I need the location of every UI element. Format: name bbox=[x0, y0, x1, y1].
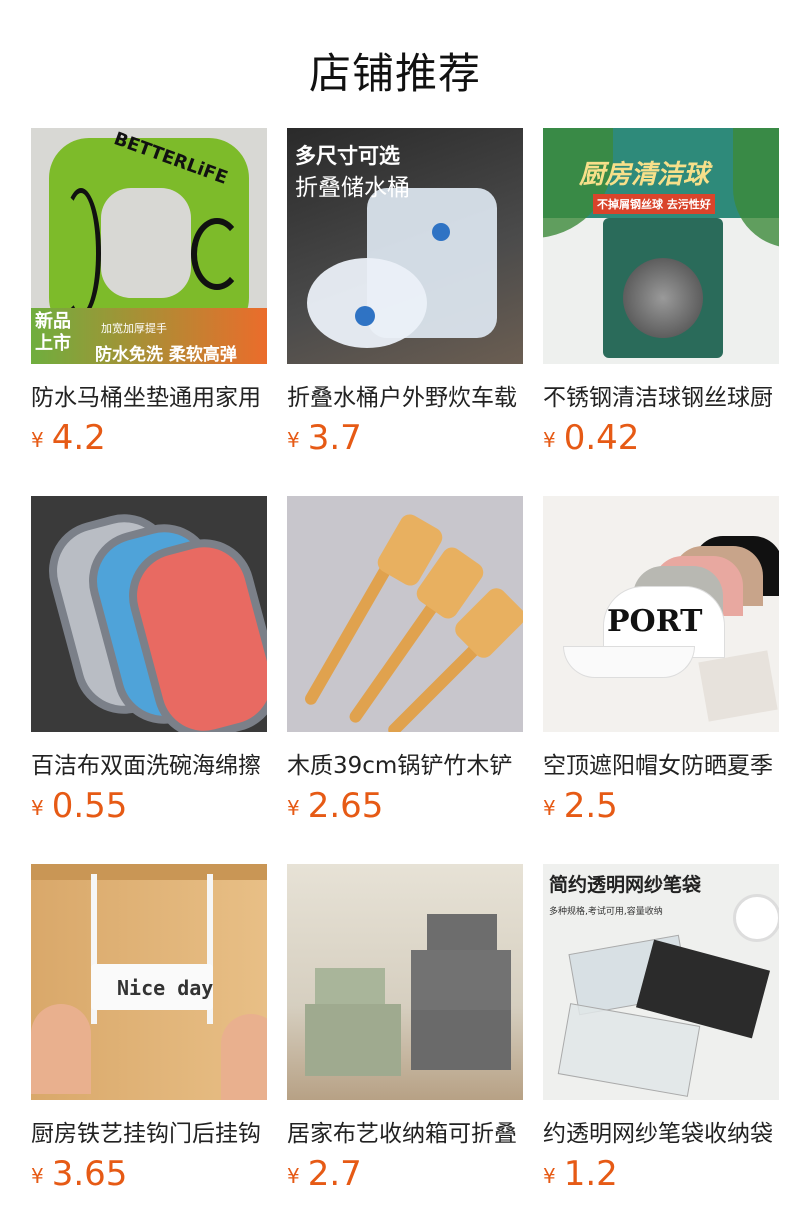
product-card[interactable]: 居家布艺收纳箱可折叠 ¥2.7 bbox=[287, 864, 523, 1232]
product-price: ¥1.2 bbox=[543, 1154, 779, 1196]
store-recommendations-page: 店铺推荐 BETTERLiFE 新品上市 加宽加厚提手 防水免洗 柔软高弹 防水… bbox=[0, 0, 790, 1232]
sub-text: 加宽加厚提手 bbox=[101, 322, 167, 335]
product-name[interactable]: 约透明网纱笔袋收纳袋 bbox=[543, 1114, 779, 1148]
product-price: ¥0.55 bbox=[31, 786, 267, 828]
overlay-line2: 折叠储水桶 bbox=[295, 175, 410, 201]
overlay-line1: 厨房清洁球 bbox=[579, 160, 710, 190]
product-card[interactable]: 厨房清洁球 不掉屑钢丝球 去污性好 不锈钢清洁球钢丝球厨 ¥0.42 bbox=[543, 128, 779, 496]
product-price: ¥0.42 bbox=[543, 418, 779, 460]
currency-symbol: ¥ bbox=[287, 428, 300, 452]
product-price: ¥2.7 bbox=[287, 1154, 523, 1196]
overlay-line1: PORT bbox=[607, 604, 703, 639]
product-name[interactable]: 厨房铁艺挂钩门后挂钩 bbox=[31, 1114, 267, 1148]
product-image[interactable]: Nice day bbox=[31, 864, 267, 1100]
product-card[interactable]: Nice day 厨房铁艺挂钩门后挂钩 ¥3.65 bbox=[31, 864, 267, 1232]
product-image[interactable] bbox=[287, 864, 523, 1100]
product-image[interactable]: 简约透明网纱笔袋 多种规格,考试可用,容量收纳 bbox=[543, 864, 779, 1100]
price-value: 0.55 bbox=[51, 786, 128, 826]
product-card[interactable]: PORT 空顶遮阳帽女防晒夏季 ¥2.5 bbox=[543, 496, 779, 864]
product-price: ¥3.7 bbox=[287, 418, 523, 460]
slogan-text: 防水免洗 柔软高弹 bbox=[95, 345, 237, 364]
product-price: ¥2.65 bbox=[287, 786, 523, 828]
new-badge: 新品上市 bbox=[35, 311, 71, 354]
product-card[interactable]: 简约透明网纱笔袋 多种规格,考试可用,容量收纳 约透明网纱笔袋收纳袋 ¥1.2 bbox=[543, 864, 779, 1232]
product-card[interactable]: 百洁布双面洗碗海绵擦 ¥0.55 bbox=[31, 496, 267, 864]
product-name[interactable]: 空顶遮阳帽女防晒夏季 bbox=[543, 746, 779, 780]
currency-symbol: ¥ bbox=[543, 1164, 556, 1188]
overlay-line1: Nice day bbox=[117, 976, 214, 1000]
price-value: 1.2 bbox=[563, 1154, 618, 1194]
product-grid: BETTERLiFE 新品上市 加宽加厚提手 防水免洗 柔软高弹 防水马桶坐垫通… bbox=[31, 128, 779, 1232]
currency-symbol: ¥ bbox=[31, 1164, 44, 1188]
product-name[interactable]: 居家布艺收纳箱可折叠 bbox=[287, 1114, 523, 1148]
overlay-line2: 多种规格,考试可用,容量收纳 bbox=[549, 907, 663, 917]
price-value: 4.2 bbox=[51, 418, 106, 458]
product-image[interactable]: 厨房清洁球 不掉屑钢丝球 去污性好 bbox=[543, 128, 779, 364]
product-price: ¥4.2 bbox=[31, 418, 267, 460]
page-title: 店铺推荐 bbox=[308, 49, 481, 98]
product-name[interactable]: 防水马桶坐垫通用家用 bbox=[31, 378, 267, 412]
overlay-line2: 不掉屑钢丝球 去污性好 bbox=[593, 194, 715, 214]
currency-symbol: ¥ bbox=[543, 796, 556, 820]
overlay-line1: 简约透明网纱笔袋 bbox=[549, 874, 702, 896]
product-price: ¥3.65 bbox=[31, 1154, 267, 1196]
product-image[interactable]: PORT bbox=[543, 496, 779, 732]
price-value: 2.5 bbox=[563, 786, 618, 826]
price-value: 2.7 bbox=[307, 1154, 362, 1194]
product-name[interactable]: 百洁布双面洗碗海绵擦 bbox=[31, 746, 267, 780]
currency-symbol: ¥ bbox=[31, 796, 44, 820]
currency-symbol: ¥ bbox=[287, 1164, 300, 1188]
price-value: 3.7 bbox=[307, 418, 362, 458]
product-image[interactable] bbox=[31, 496, 267, 732]
product-image[interactable] bbox=[287, 496, 523, 732]
product-name[interactable]: 木质39cm锅铲竹木铲 bbox=[287, 746, 523, 780]
currency-symbol: ¥ bbox=[543, 428, 556, 452]
currency-symbol: ¥ bbox=[31, 428, 44, 452]
product-card[interactable]: 木质39cm锅铲竹木铲 ¥2.65 bbox=[287, 496, 523, 864]
product-name[interactable]: 不锈钢清洁球钢丝球厨 bbox=[543, 378, 779, 412]
product-name[interactable]: 折叠水桶户外野炊车载 bbox=[287, 378, 523, 412]
currency-symbol: ¥ bbox=[287, 796, 300, 820]
price-value: 2.65 bbox=[307, 786, 384, 826]
price-value: 3.65 bbox=[51, 1154, 128, 1194]
product-image[interactable]: BETTERLiFE 新品上市 加宽加厚提手 防水免洗 柔软高弹 bbox=[31, 128, 267, 364]
price-value: 0.42 bbox=[563, 418, 640, 458]
product-card[interactable]: BETTERLiFE 新品上市 加宽加厚提手 防水免洗 柔软高弹 防水马桶坐垫通… bbox=[31, 128, 267, 496]
product-price: ¥2.5 bbox=[543, 786, 779, 828]
overlay-line1: 多尺寸可选 bbox=[295, 144, 400, 168]
product-image[interactable]: 多尺寸可选 折叠储水桶 bbox=[287, 128, 523, 364]
product-card[interactable]: 多尺寸可选 折叠储水桶 折叠水桶户外野炊车载 ¥3.7 bbox=[287, 128, 523, 496]
